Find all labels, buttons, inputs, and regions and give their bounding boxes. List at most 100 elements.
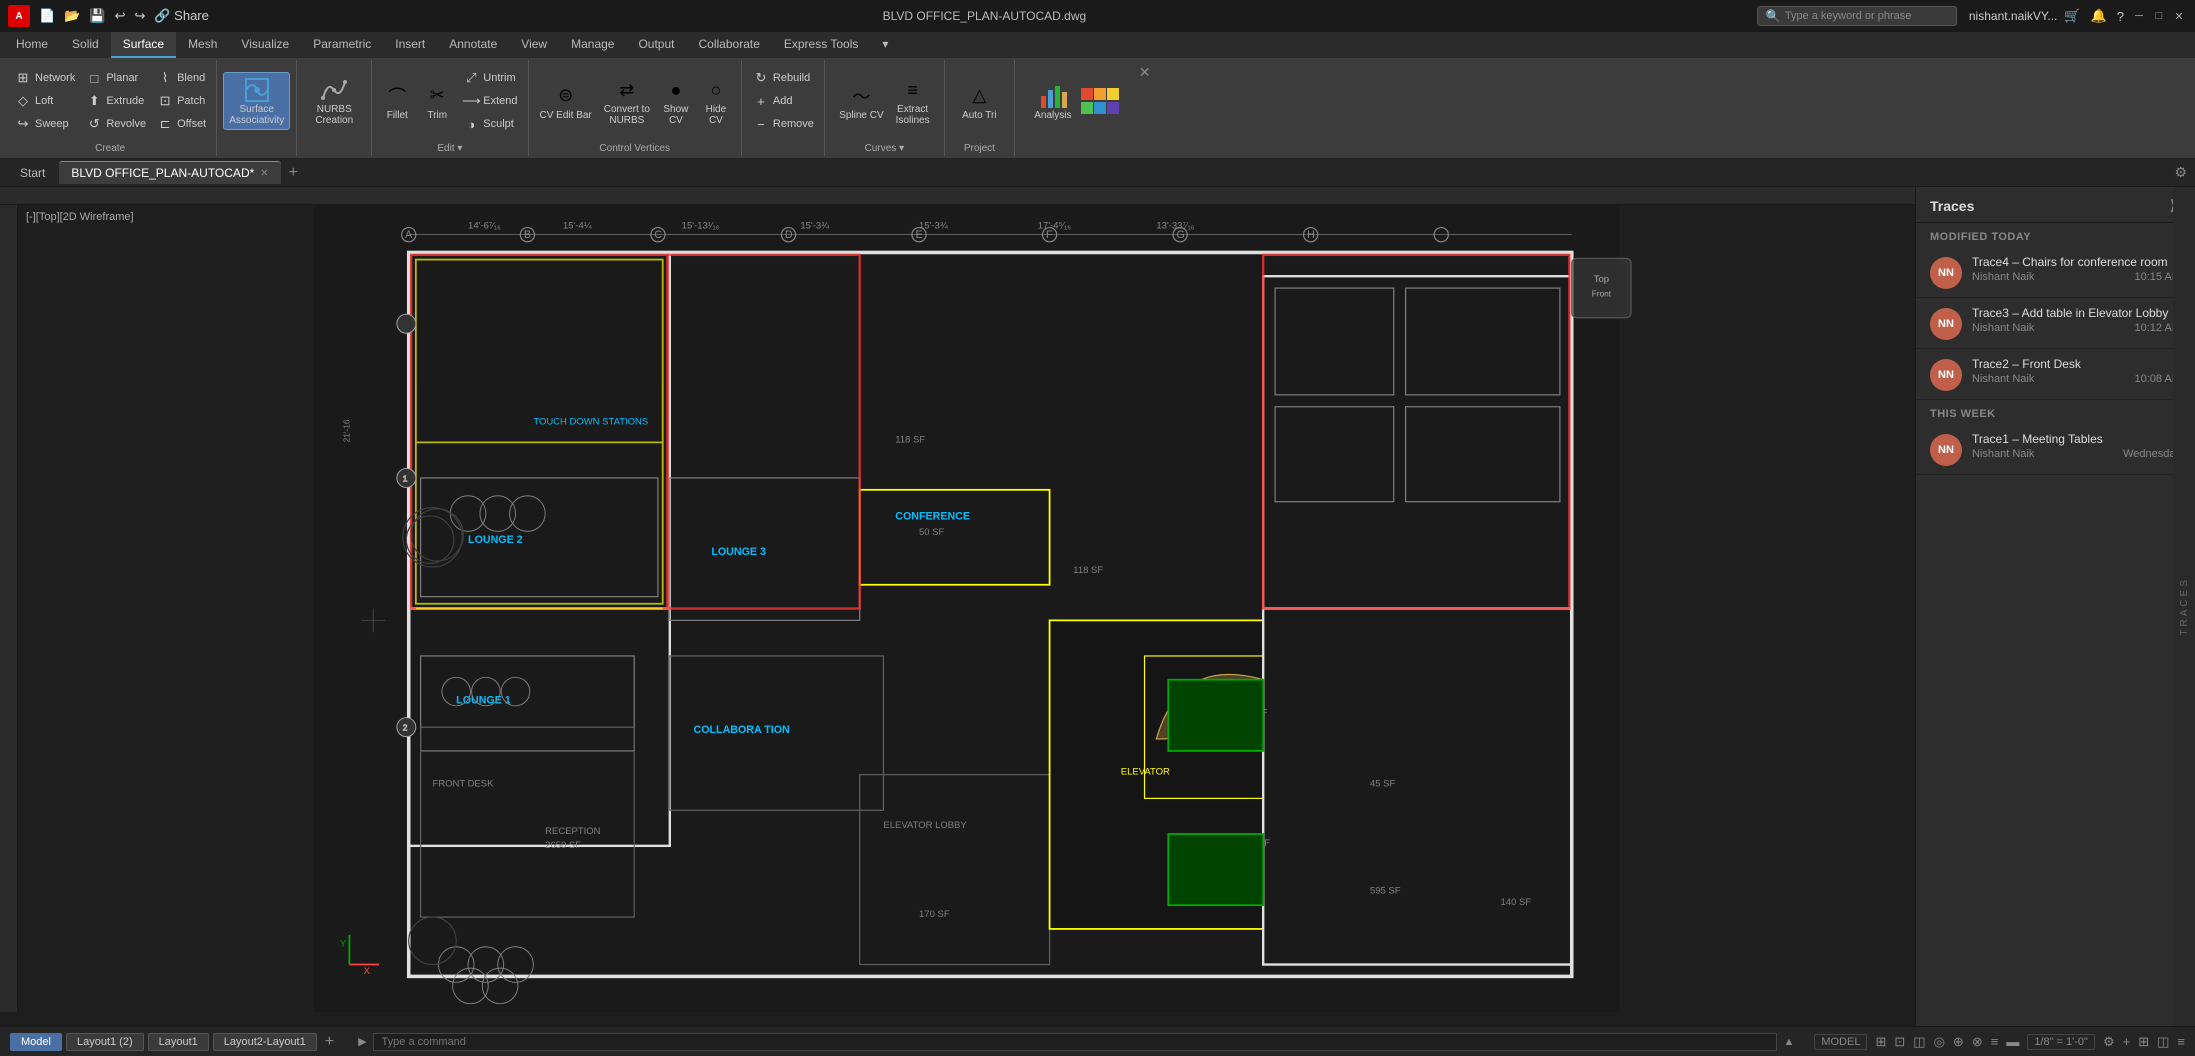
plus-status-btn[interactable]: + [2123, 1034, 2131, 1049]
search-bar[interactable]: 🔍 Type a keyword or phrase [1757, 6, 1957, 26]
tab-annotate[interactable]: Annotate [437, 32, 509, 58]
polar-btn[interactable]: ◎ [1934, 1034, 1945, 1050]
canvas-area[interactable]: [-][Top][2D Wireframe] [18, 205, 1915, 1012]
open-btn[interactable]: 📂 [61, 6, 83, 26]
tab-start-label: Start [20, 166, 45, 180]
lineweight-btn[interactable]: ▬ [2006, 1034, 2019, 1049]
layout-tabs: Model Layout1 (2) Layout1 Layout2-Layout… [10, 1033, 338, 1051]
minimize-button[interactable]: ─ [2131, 8, 2147, 24]
model-view-btn[interactable]: ◫ [2157, 1034, 2169, 1050]
share-btn[interactable]: 🔗 Share [151, 6, 212, 26]
surface-associativity-button[interactable]: SurfaceAssociativity [223, 72, 290, 130]
fillet-icon: ⌒ [383, 82, 411, 110]
tabs-bar: Start BLVD OFFICE_PLAN-AUTOCAD* ✕ + ⚙ [0, 159, 2195, 187]
obj-snap-track-btn[interactable]: ⊗ [1972, 1034, 1983, 1050]
tab-manage[interactable]: Manage [559, 32, 626, 58]
ribbon-group-project: △ Auto Tri Project [945, 60, 1015, 156]
scale-display[interactable]: 1/8" = 1'-0" [2027, 1034, 2095, 1050]
auto-tri-button[interactable]: △ Auto Tri [957, 79, 1001, 124]
convert-nurbs-button[interactable]: ⇄ Convert toNURBS [599, 73, 655, 129]
tab-collaborate[interactable]: Collaborate [687, 32, 772, 58]
close-button[interactable]: ✕ [2171, 8, 2187, 24]
cmd-scroll-up[interactable]: ▲ [1783, 1036, 1794, 1048]
trace1-title: Trace1 – Meeting Tables [1972, 432, 2181, 446]
trace-item-trace3[interactable]: NN Trace3 – Add table in Elevator Lobby … [1916, 298, 2195, 349]
untrim-button[interactable]: ⤢ Untrim [458, 67, 521, 89]
add-layout-button[interactable]: + [321, 1033, 338, 1051]
extend-button[interactable]: ⟶ Extend [458, 90, 521, 112]
trace-item-trace2[interactable]: NN Trace2 – Front Desk Nishant Naik 10:0… [1916, 349, 2195, 400]
tab-start[interactable]: Start [8, 162, 57, 184]
model-status-btn[interactable]: MODEL [1814, 1034, 1867, 1050]
sweep-button[interactable]: ↪ Sweep [10, 113, 79, 135]
bell-icon[interactable]: 🔔 [2088, 6, 2110, 26]
analysis-button[interactable]: Analysis [1029, 79, 1076, 124]
loft-button[interactable]: ◇ Loft [10, 90, 79, 112]
trace-item-trace1[interactable]: NN Trace1 – Meeting Tables Nishant Naik … [1916, 424, 2195, 475]
settings-status-btn[interactable]: ⚙ [2103, 1034, 2115, 1050]
network-button[interactable]: ⊞ Network [10, 67, 79, 89]
show-cv-button[interactable]: ● ShowCV [657, 73, 695, 129]
help-icon[interactable]: ? [2114, 7, 2127, 26]
layout-tab-layout1[interactable]: Layout1 [148, 1033, 209, 1051]
hide-cv-button[interactable]: ○ HideCV [697, 73, 735, 129]
layout-tab-model[interactable]: Model [10, 1033, 62, 1051]
sweep-icon: ↪ [14, 115, 32, 133]
tab-output[interactable]: Output [626, 32, 686, 58]
revolve-button[interactable]: ↺ Revolve [81, 113, 150, 135]
tab-express-tools[interactable]: Express Tools [772, 32, 870, 58]
ortho-btn[interactable]: ◫ [1913, 1034, 1925, 1050]
undo-btn[interactable]: ↩ [112, 6, 129, 26]
command-input[interactable] [373, 1033, 1778, 1051]
redo-btn[interactable]: ↪ [131, 6, 148, 26]
trace1-avatar: NN [1930, 434, 1962, 466]
cart-icon[interactable]: 🛒 [2061, 6, 2083, 26]
object-snap-btn[interactable]: ⊕ [1953, 1034, 1964, 1050]
save-btn[interactable]: 💾 [86, 6, 108, 26]
dynamic-input-btn[interactable]: ≡ [1991, 1034, 1999, 1049]
tab-home[interactable]: Home [4, 32, 60, 58]
ribbon: Home Solid Surface Mesh Visualize Parame… [0, 32, 2195, 159]
svg-text:A: A [405, 229, 413, 241]
blend-button[interactable]: ⌇ Blend [152, 67, 210, 89]
patch-button[interactable]: ⊡ Patch [152, 90, 210, 112]
tab-view[interactable]: View [509, 32, 559, 58]
viewport-control-btn[interactable]: ⊞ [2138, 1034, 2149, 1050]
viewport-settings-icon[interactable]: ⚙ [2174, 164, 2187, 181]
remove-button[interactable]: − Remove [748, 113, 818, 135]
snap-btn[interactable]: ⊡ [1894, 1034, 1905, 1050]
extract-isolines-button[interactable]: ≡ ExtractIsolines [891, 73, 935, 129]
sculpt-button[interactable]: ◑ Sculpt [458, 113, 521, 135]
svg-text:50 SF: 50 SF [919, 527, 945, 538]
new-btn[interactable]: 📄 [36, 6, 58, 26]
offset-button[interactable]: ⊏ Offset [152, 113, 210, 135]
tab-close-icon[interactable]: ✕ [260, 168, 268, 179]
layout-tab-layout2[interactable]: Layout2-Layout1 [213, 1033, 317, 1051]
trace-item-trace4[interactable]: NN Trace4 – Chairs for conference room N… [1916, 247, 2195, 298]
rebuild-button[interactable]: ↻ Rebuild [748, 67, 818, 89]
layout-tab-layout1-2[interactable]: Layout1 (2) [66, 1033, 144, 1051]
extrude-button[interactable]: ⬆ Extrude [81, 90, 150, 112]
tab-mesh[interactable]: Mesh [176, 32, 229, 58]
collapse-ribbon-button[interactable]: ✕ [1135, 60, 1155, 156]
spline-cv-button[interactable]: 〜 Spline CV [834, 79, 888, 124]
planar-button[interactable]: □ Planar [81, 67, 150, 89]
tab-insert[interactable]: Insert [383, 32, 437, 58]
nurbs-creation-button[interactable]: NURBSCreation [310, 73, 358, 129]
tab-visualize[interactable]: Visualize [229, 32, 301, 58]
cv-edit-bar-button[interactable]: ⊜ CV Edit Bar [535, 79, 597, 124]
trim-button[interactable]: ✂ Trim [418, 79, 456, 124]
add-button[interactable]: + Add [748, 90, 818, 112]
new-tab-button[interactable]: + [283, 162, 304, 184]
tab-surface[interactable]: Surface [111, 32, 176, 58]
tab-more[interactable]: ▾ [870, 32, 900, 58]
vertical-ruler [0, 205, 18, 1012]
restore-button[interactable]: □ [2151, 8, 2167, 24]
tab-solid[interactable]: Solid [60, 32, 111, 58]
tab-parametric[interactable]: Parametric [301, 32, 383, 58]
viewport[interactable]: [-][Top][2D Wireframe] [0, 187, 1915, 1026]
tab-document-active[interactable]: BLVD OFFICE_PLAN-AUTOCAD* ✕ [59, 161, 280, 184]
fillet-button[interactable]: ⌒ Fillet [378, 79, 416, 124]
menu-btn[interactable]: ≡ [2177, 1034, 2185, 1049]
grid-display-btn[interactable]: ⊞ [1875, 1034, 1886, 1050]
